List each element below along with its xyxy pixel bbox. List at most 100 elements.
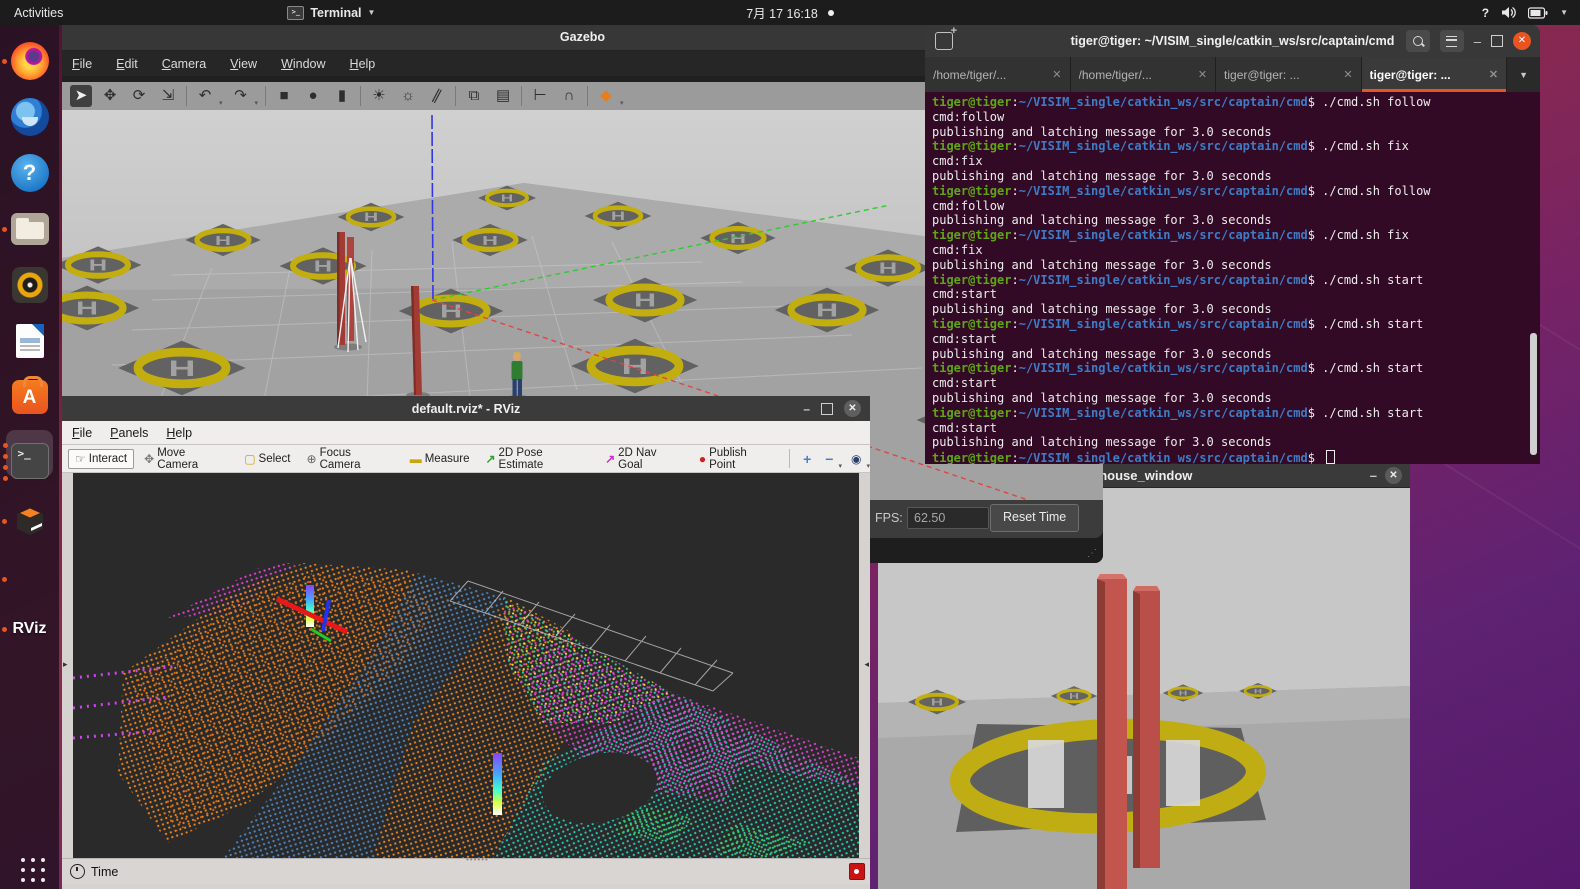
close-icon[interactable]: ✕ bbox=[1513, 32, 1531, 50]
insert-cylinder-button[interactable]: ▮ bbox=[331, 85, 353, 107]
menu-window[interactable]: Window bbox=[281, 57, 325, 71]
tab-close-icon[interactable]: ✕ bbox=[1046, 68, 1061, 81]
tab-3[interactable]: tiger@tiger: ... ✕ bbox=[1216, 57, 1362, 92]
scale-tool[interactable]: ⇲ bbox=[157, 85, 179, 107]
battery-charging-icon bbox=[1528, 7, 1548, 19]
interaction-mode-icon[interactable]: ◉ bbox=[846, 452, 866, 466]
panel-splitter[interactable]: •••••• bbox=[466, 855, 489, 864]
minimize-button[interactable]: – bbox=[803, 402, 810, 416]
menu-camera[interactable]: Camera bbox=[162, 57, 206, 71]
terminal-line: publishing and latching message for 3.0 … bbox=[932, 347, 1540, 362]
menu-help[interactable]: Help bbox=[350, 57, 376, 71]
system-status-area[interactable]: ? ▼ bbox=[1482, 6, 1580, 20]
interact-tool[interactable]: ☞ Interact bbox=[68, 449, 134, 469]
dock-item-thunderbird[interactable] bbox=[0, 93, 59, 141]
rviz-pointcloud-view[interactable] bbox=[73, 473, 859, 858]
reset-time-button[interactable]: Reset Time bbox=[990, 504, 1079, 532]
dock-item-gazebo[interactable] bbox=[0, 497, 59, 545]
dock-item-libreoffice-writer[interactable] bbox=[0, 317, 59, 365]
spot-light-button[interactable]: ☼ bbox=[397, 85, 419, 107]
pose-estimate-tool[interactable]: ↗ 2D Pose Estimate bbox=[479, 445, 595, 473]
insert-box-button[interactable]: ■ bbox=[273, 85, 295, 107]
new-tab-icon[interactable] bbox=[935, 32, 953, 50]
maximize-button[interactable] bbox=[821, 403, 833, 415]
rviz-logo: RViz bbox=[12, 620, 46, 638]
measure-tool[interactable]: ▬ Measure bbox=[404, 450, 476, 468]
caret-down-icon[interactable]: ▾ bbox=[620, 99, 624, 110]
svg-text:H: H bbox=[314, 258, 332, 275]
fps-label: FPS: bbox=[875, 511, 903, 525]
menu-file[interactable]: File bbox=[72, 426, 92, 440]
activities-button[interactable]: Activities bbox=[0, 0, 77, 25]
tab-close-icon[interactable]: ✕ bbox=[1337, 68, 1352, 81]
maximize-button[interactable] bbox=[1491, 35, 1503, 47]
point-light-button[interactable]: ☀ bbox=[368, 85, 390, 107]
menu-edit[interactable]: Edit bbox=[116, 57, 138, 71]
terminal-output[interactable]: tiger@tiger:~/VISIM_single/catkin_ws/src… bbox=[925, 92, 1540, 464]
remove-tool-button[interactable]: − bbox=[820, 451, 838, 467]
search-button[interactable] bbox=[1406, 30, 1430, 52]
running-indicator bbox=[3, 443, 8, 448]
tab-list-caret-icon[interactable]: ▼ bbox=[1507, 57, 1540, 92]
rotate-tool[interactable]: ⟳ bbox=[128, 85, 150, 107]
snap-tool[interactable]: ∩ bbox=[558, 85, 580, 107]
focused-app-menu[interactable]: >_ Terminal ▼ bbox=[287, 6, 375, 20]
dock-item-help[interactable]: ? bbox=[0, 149, 59, 197]
tab-1[interactable]: /home/tiger/... ✕ bbox=[925, 57, 1071, 92]
panel-close-button[interactable] bbox=[849, 863, 865, 880]
directional-light-button[interactable]: ∥ bbox=[426, 85, 448, 107]
tab-2[interactable]: /home/tiger/... ✕ bbox=[1071, 57, 1217, 92]
close-icon[interactable]: ✕ bbox=[844, 400, 861, 417]
nav-goal-tool[interactable]: ↗ 2D Nav Goal bbox=[599, 445, 689, 473]
resize-grip[interactable]: ⋰ bbox=[1087, 548, 1097, 559]
rviz-menubar: File Panels Help bbox=[62, 421, 870, 445]
right-panel-expand-icon[interactable]: ◂ bbox=[864, 659, 869, 670]
minimize-button[interactable]: – bbox=[1370, 468, 1377, 483]
undo-button[interactable]: ↶ bbox=[194, 85, 216, 107]
move-camera-tool[interactable]: ✥ Move Camera bbox=[138, 445, 234, 473]
tab-4-active[interactable]: tiger@tiger: ... ✕ bbox=[1362, 57, 1508, 92]
show-applications-button[interactable] bbox=[0, 843, 59, 889]
caret-down-icon[interactable]: ▾ bbox=[866, 462, 870, 472]
menu-help[interactable]: Help bbox=[166, 426, 192, 440]
insert-sphere-button[interactable]: ● bbox=[302, 85, 324, 107]
menu-view[interactable]: View bbox=[230, 57, 257, 71]
rviz-titlebar[interactable]: default.rviz* - RViz – ✕ bbox=[62, 396, 870, 421]
add-tool-button[interactable]: + bbox=[798, 451, 816, 467]
terminal-titlebar[interactable]: tiger@tiger: ~/VISIM_single/catkin_ws/sr… bbox=[925, 25, 1540, 57]
dock-item-firefox[interactable] bbox=[0, 37, 59, 85]
menu-panels[interactable]: Panels bbox=[110, 426, 148, 440]
paste-button[interactable]: ▤ bbox=[492, 85, 514, 107]
tab-close-icon[interactable]: ✕ bbox=[1483, 68, 1498, 81]
svg-text:H: H bbox=[730, 231, 746, 246]
align-tool[interactable]: ⊢ bbox=[529, 85, 551, 107]
terminal-app-icon: >_ bbox=[287, 6, 304, 20]
caret-down-icon[interactable]: ▾ bbox=[838, 462, 842, 472]
dock-item-rviz[interactable]: RViz bbox=[0, 605, 59, 653]
dock-item-unknown-running[interactable] bbox=[0, 555, 59, 603]
close-icon[interactable]: ✕ bbox=[1385, 467, 1402, 484]
menu-file[interactable]: File bbox=[72, 57, 92, 71]
left-panel-expand-icon[interactable]: ▸ bbox=[63, 659, 68, 670]
caret-down-icon[interactable]: ▾ bbox=[219, 99, 223, 110]
view-angle-button[interactable]: ◆ bbox=[595, 85, 617, 107]
translate-tool[interactable]: ✥ bbox=[99, 85, 121, 107]
rainbow-beam bbox=[306, 585, 314, 627]
terminal-scrollbar[interactable] bbox=[1530, 333, 1537, 455]
dock-item-terminal-active[interactable]: >_ bbox=[0, 435, 59, 487]
dock-item-files[interactable] bbox=[0, 205, 59, 253]
clock[interactable]: 7月 17 16:18 bbox=[746, 3, 818, 22]
svg-text:H: H bbox=[634, 291, 656, 311]
dock-item-rhythmbox[interactable] bbox=[0, 261, 59, 309]
focus-camera-tool[interactable]: ⊕ Focus Camera bbox=[301, 445, 400, 473]
select-tool[interactable]: ➤ bbox=[70, 85, 92, 107]
select-tool[interactable]: ▢ Select bbox=[238, 450, 296, 468]
redo-button[interactable]: ↷ bbox=[230, 85, 252, 107]
copy-button[interactable]: ⧉ bbox=[463, 85, 485, 107]
publish-point-tool[interactable]: ● Publish Point bbox=[693, 445, 781, 473]
minimize-button[interactable]: – bbox=[1474, 34, 1481, 49]
caret-down-icon[interactable]: ▾ bbox=[255, 99, 259, 110]
tab-close-icon[interactable]: ✕ bbox=[1192, 68, 1207, 81]
menu-button[interactable] bbox=[1440, 30, 1464, 52]
dock-item-ubuntu-software[interactable]: A bbox=[0, 373, 59, 421]
